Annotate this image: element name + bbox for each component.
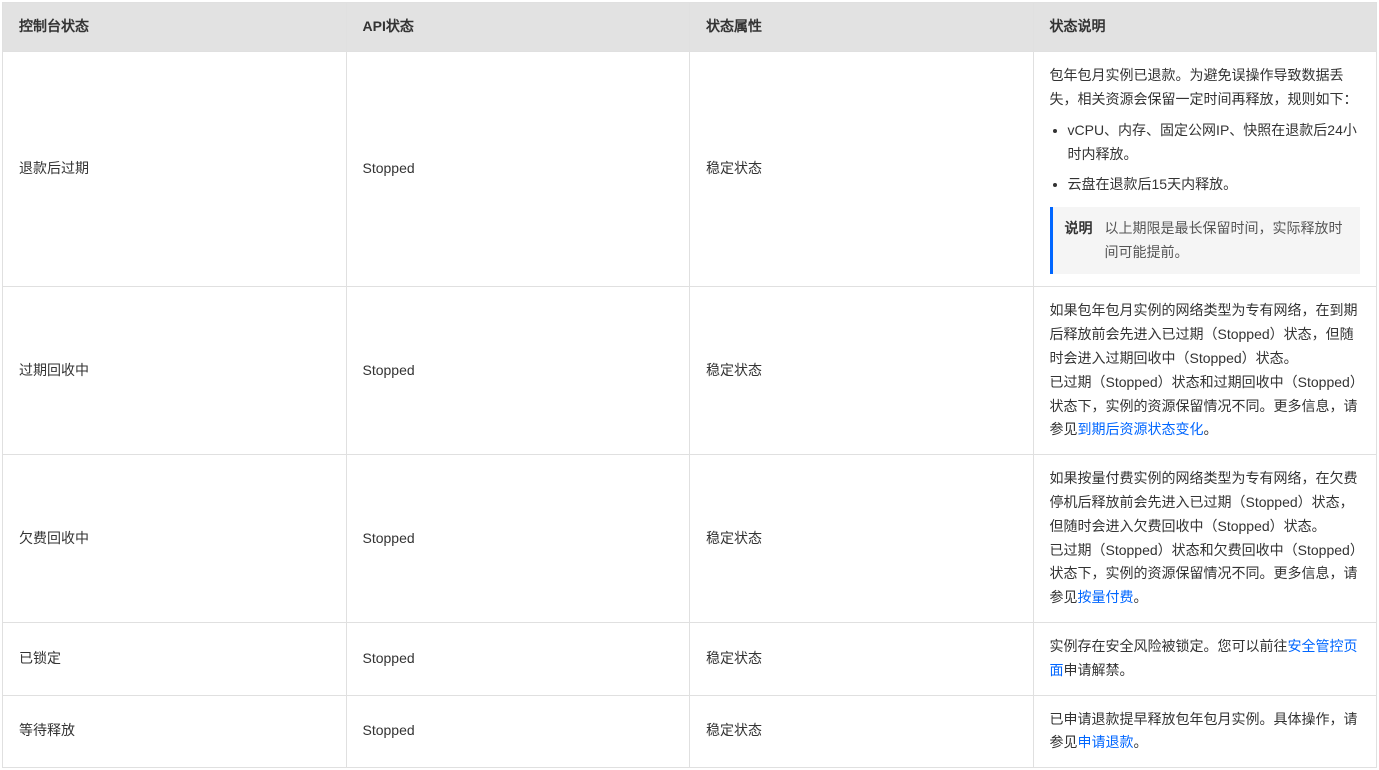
link-expired-resource[interactable]: 到期后资源状态变化: [1078, 421, 1204, 437]
desc-text: 实例存在安全风险被锁定。您可以前往安全管控页面申请解禁。: [1050, 635, 1361, 683]
table-row: 退款后过期 Stopped 稳定状态 包年包月实例已退款。为避免误操作导致数据丢…: [3, 51, 1377, 287]
cell-console-status: 等待释放: [3, 695, 347, 768]
header-api-status: API状态: [346, 3, 690, 52]
desc-span: 如果包年包月实例的网络类型为专有网络，在到期后释放前会先进入已过期（Stoppe…: [1050, 302, 1358, 366]
cell-status-attr: 稳定状态: [690, 51, 1034, 287]
cell-api-status: Stopped: [346, 455, 690, 623]
desc-list-item: 云盘在退款后15天内释放。: [1068, 173, 1361, 197]
desc-span: 。: [1134, 734, 1148, 750]
cell-api-status: Stopped: [346, 695, 690, 768]
cell-console-status: 退款后过期: [3, 51, 347, 287]
note-label: 说明: [1065, 217, 1093, 265]
desc-text: 已过期（Stopped）状态和过期回收中（Stopped）状态下，实例的资源保留…: [1050, 371, 1361, 442]
desc-text: 已过期（Stopped）状态和欠费回收中（Stopped）状态下，实例的资源保留…: [1050, 539, 1361, 610]
desc-span: 实例存在安全风险被锁定。您可以前往: [1050, 638, 1288, 654]
table-row: 等待释放 Stopped 稳定状态 已申请退款提早释放包年包月实例。具体操作，请…: [3, 695, 1377, 768]
status-table: 控制台状态 API状态 状态属性 状态说明 退款后过期 Stopped 稳定状态…: [2, 2, 1377, 768]
cell-status-desc: 实例存在安全风险被锁定。您可以前往安全管控页面申请解禁。: [1033, 622, 1377, 695]
desc-intro: 包年包月实例已退款。为避免误操作导致数据丢失，相关资源会保留一定时间再释放，规则…: [1050, 64, 1361, 112]
cell-console-status: 过期回收中: [3, 287, 347, 455]
table-row: 过期回收中 Stopped 稳定状态 如果包年包月实例的网络类型为专有网络，在到…: [3, 287, 1377, 455]
desc-text: 如果包年包月实例的网络类型为专有网络，在到期后释放前会先进入已过期（Stoppe…: [1050, 299, 1361, 370]
table-row: 已锁定 Stopped 稳定状态 实例存在安全风险被锁定。您可以前往安全管控页面…: [3, 622, 1377, 695]
desc-span: 。: [1204, 421, 1218, 437]
desc-list-item: vCPU、内存、固定公网IP、快照在退款后24小时内释放。: [1068, 119, 1361, 167]
cell-status-desc: 包年包月实例已退款。为避免误操作导致数据丢失，相关资源会保留一定时间再释放，规则…: [1033, 51, 1377, 287]
table-row: 欠费回收中 Stopped 稳定状态 如果按量付费实例的网络类型为专有网络，在欠…: [3, 455, 1377, 623]
cell-console-status: 欠费回收中: [3, 455, 347, 623]
desc-text: 如果按量付费实例的网络类型为专有网络，在欠费停机后释放前会先进入已过期（Stop…: [1050, 467, 1361, 538]
cell-console-status: 已锁定: [3, 622, 347, 695]
cell-status-attr: 稳定状态: [690, 287, 1034, 455]
note-text: 以上期限是最长保留时间，实际释放时间可能提前。: [1105, 217, 1349, 265]
cell-api-status: Stopped: [346, 622, 690, 695]
desc-span: 。: [1134, 589, 1148, 605]
table-header-row: 控制台状态 API状态 状态属性 状态说明: [3, 3, 1377, 52]
cell-status-desc: 如果包年包月实例的网络类型为专有网络，在到期后释放前会先进入已过期（Stoppe…: [1033, 287, 1377, 455]
desc-span: 如果按量付费实例的网络类型为专有网络，在欠费停机后释放前会先进入已过期（Stop…: [1050, 470, 1358, 534]
header-console-status: 控制台状态: [3, 3, 347, 52]
link-refund[interactable]: 申请退款: [1078, 734, 1134, 750]
cell-api-status: Stopped: [346, 51, 690, 287]
cell-status-attr: 稳定状态: [690, 695, 1034, 768]
cell-status-attr: 稳定状态: [690, 455, 1034, 623]
desc-text: 已申请退款提早释放包年包月实例。具体操作，请参见申请退款。: [1050, 708, 1361, 756]
desc-list: vCPU、内存、固定公网IP、快照在退款后24小时内释放。 云盘在退款后15天内…: [1050, 119, 1361, 196]
desc-span: 申请解禁。: [1064, 662, 1134, 678]
note-box: 说明 以上期限是最长保留时间，实际释放时间可能提前。: [1050, 207, 1361, 275]
cell-api-status: Stopped: [346, 287, 690, 455]
cell-status-attr: 稳定状态: [690, 622, 1034, 695]
cell-status-desc: 已申请退款提早释放包年包月实例。具体操作，请参见申请退款。: [1033, 695, 1377, 768]
link-pay-as-you-go[interactable]: 按量付费: [1078, 589, 1134, 605]
header-status-attr: 状态属性: [690, 3, 1034, 52]
header-status-desc: 状态说明: [1033, 3, 1377, 52]
cell-status-desc: 如果按量付费实例的网络类型为专有网络，在欠费停机后释放前会先进入已过期（Stop…: [1033, 455, 1377, 623]
